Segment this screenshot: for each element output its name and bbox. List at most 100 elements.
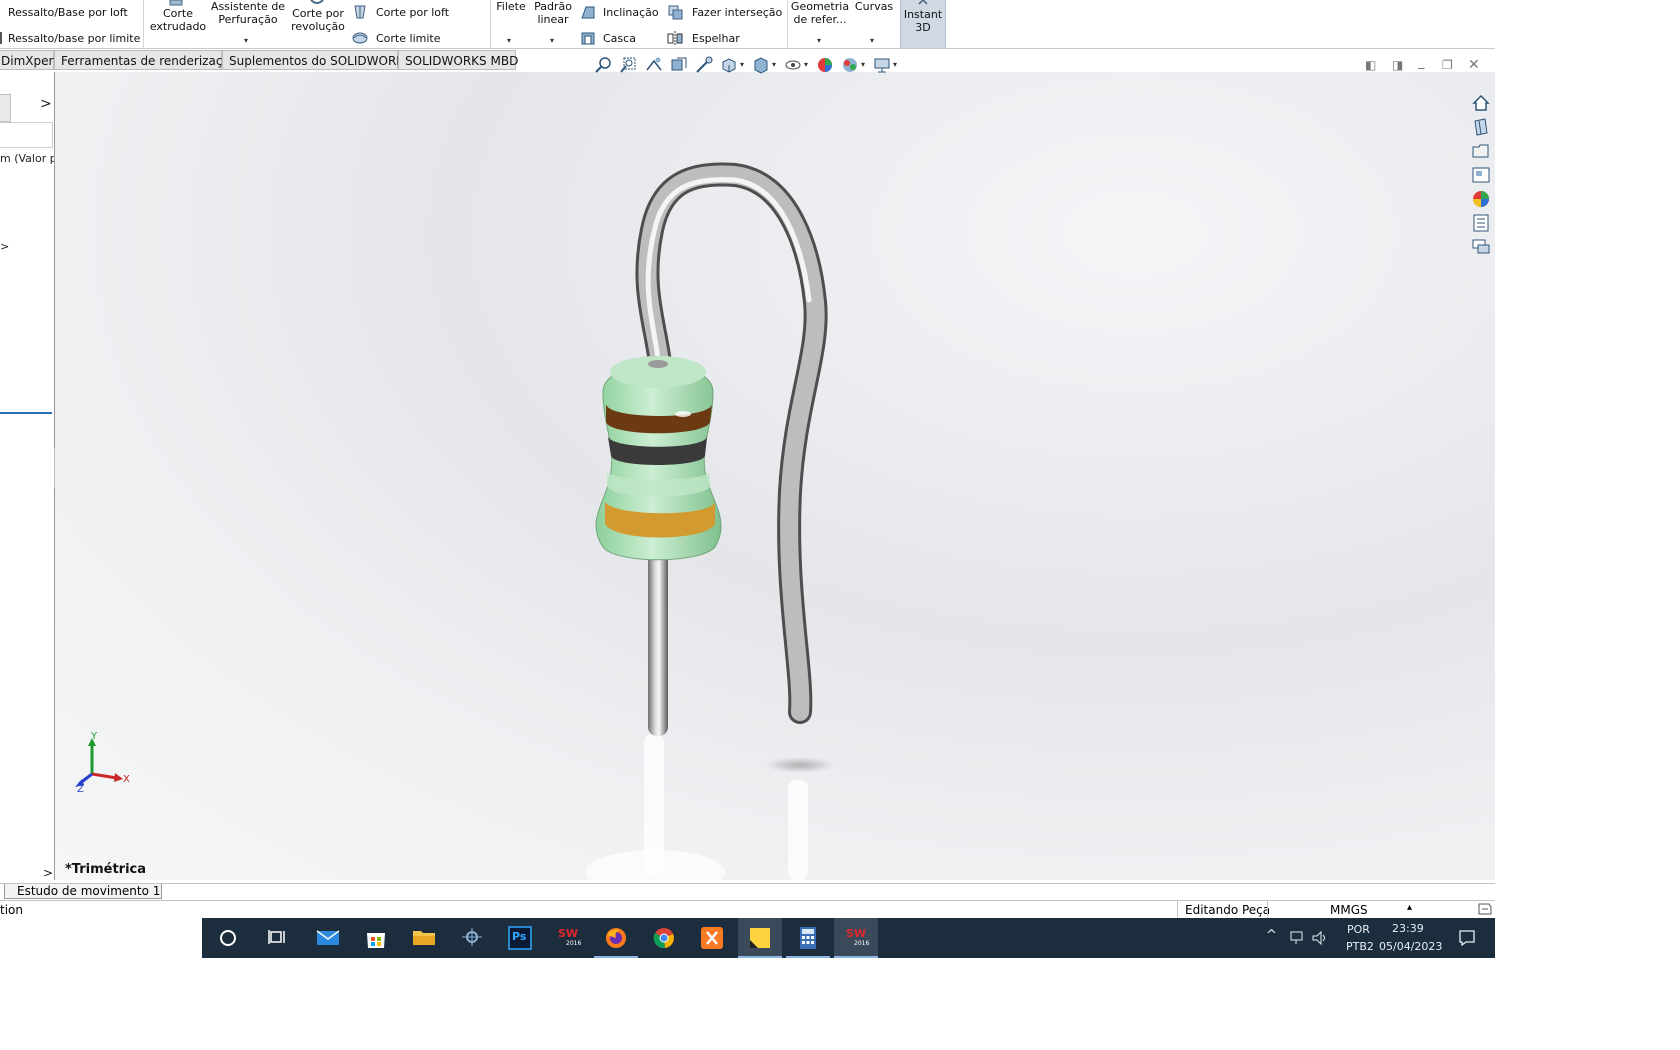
assistente-perfuracao-label-2[interactable]: Perfuração <box>210 13 286 26</box>
apply-scene-caret[interactable]: ▾ <box>861 60 865 69</box>
sw-label-a: SW <box>558 927 579 940</box>
assistente-dropdown-caret[interactable]: ▾ <box>244 36 248 45</box>
corte-loft-button[interactable]: Corte por loft <box>376 6 449 19</box>
mail-app-button[interactable] <box>306 918 350 958</box>
display-style-caret[interactable]: ▾ <box>772 60 776 69</box>
rollback-bar[interactable] <box>0 412 52 414</box>
corte-revolucao-label-2[interactable]: revolução <box>288 20 348 33</box>
appearances-scenes-icon[interactable] <box>1471 189 1491 209</box>
unit-system-selector[interactable]: MMGS <box>1330 903 1368 917</box>
firefox-icon <box>606 928 626 948</box>
hide-show-caret[interactable]: ▾ <box>804 60 808 69</box>
solidworks-2016-button-a[interactable]: SW 2016 <box>546 918 590 958</box>
custom-properties-icon[interactable] <box>1471 213 1491 233</box>
body-highlight <box>675 411 691 417</box>
filete-button[interactable]: Filete <box>494 0 528 13</box>
sticky-notes-button[interactable] <box>738 918 782 958</box>
generic-app-button[interactable] <box>450 918 494 958</box>
previous-view-icon[interactable] <box>645 56 663 74</box>
apply-scene-icon[interactable] <box>841 56 859 74</box>
filter-field[interactable] <box>0 122 53 148</box>
zoom-to-area-icon[interactable] <box>620 56 638 74</box>
dynamic-annotation-icon[interactable] <box>695 56 713 74</box>
tab-estudo-movimento-1[interactable]: Estudo de movimento 1 <box>4 884 162 899</box>
firefox-button[interactable] <box>594 918 638 958</box>
display-style-icon[interactable] <box>752 56 770 74</box>
tile-right-icon[interactable]: ◨ <box>1392 58 1403 72</box>
command-manager-ribbon: Ressalto/Base por loft Ressalto/base por… <box>0 0 1495 49</box>
task-view-button[interactable] <box>258 918 302 958</box>
fazer-intersecao-button[interactable]: Fazer interseção <box>692 6 782 19</box>
restore-icon[interactable]: ❐ <box>1442 58 1453 72</box>
solidworks-forum-icon[interactable] <box>1471 237 1491 257</box>
padrao-linear-label-2[interactable]: linear <box>532 13 574 26</box>
tab-ferramentas-renderizacao[interactable]: Ferramentas de renderização <box>54 50 237 70</box>
volume-icon[interactable] <box>1311 930 1329 946</box>
panel-scroll-right-chevron[interactable]: > <box>40 96 52 112</box>
panel-bottom-chevron[interactable]: > <box>43 866 53 880</box>
language-code[interactable]: POR <box>1347 923 1370 936</box>
tab-solidworks-mbd[interactable]: SOLIDWORKS MBD <box>398 50 518 70</box>
store-app-button[interactable] <box>354 918 398 958</box>
geometria-referencia-label-1[interactable]: Geometria <box>788 0 852 13</box>
geometria-dropdown-caret[interactable]: ▾ <box>817 36 821 45</box>
action-center-icon[interactable] <box>1458 929 1476 947</box>
solidworks-2016-button-b[interactable]: SW 2016 <box>834 918 878 958</box>
keyboard-layout[interactable]: PTB2 <box>1346 940 1374 953</box>
curvas-button[interactable]: Curvas <box>854 0 894 13</box>
view-palette-icon[interactable] <box>1471 165 1491 185</box>
photoshop-button[interactable]: Ps <box>498 918 542 958</box>
clock-time[interactable]: 23:39 <box>1392 922 1424 935</box>
filete-dropdown-caret[interactable]: ▾ <box>507 36 511 45</box>
clock-date[interactable]: 05/04/2023 <box>1379 940 1442 953</box>
unit-system-caret[interactable]: ▴ <box>1407 902 1412 913</box>
minimize-icon[interactable]: _ <box>1418 55 1425 70</box>
tab-dimxpert[interactable]: DimXpert <box>0 50 58 70</box>
solidworks-resources-home-icon[interactable] <box>1471 93 1491 113</box>
assistente-perfuracao-label-1[interactable]: Assistente de <box>210 0 286 13</box>
tree-item-valor[interactable]: m (Valor p <box>0 152 54 165</box>
section-view-icon[interactable] <box>670 56 688 74</box>
corte-limite-button[interactable]: Corte limite <box>376 32 440 45</box>
file-explorer-button[interactable] <box>402 918 446 958</box>
view-orientation-caret[interactable]: ▾ <box>740 60 744 69</box>
corte-extrudado-label-1[interactable]: Corte <box>148 7 208 20</box>
ressalto-loft-button[interactable]: Ressalto/Base por loft <box>8 6 128 19</box>
curvas-dropdown-caret[interactable]: ▾ <box>870 36 874 45</box>
calculator-button[interactable] <box>786 918 830 958</box>
espelhar-button[interactable]: Espelhar <box>692 32 740 45</box>
tile-left-icon[interactable]: ◧ <box>1365 58 1376 72</box>
geometria-referencia-label-2[interactable]: de refer... <box>788 13 852 26</box>
view-settings-icon[interactable] <box>873 56 891 74</box>
tree-item-expander[interactable]: > <box>0 240 9 253</box>
ressalto-limite-button[interactable]: Ressalto/base por limite <box>8 32 140 45</box>
show-hidden-icons-chevron[interactable]: ^ <box>1266 928 1277 943</box>
instant3d-button[interactable]: Instant 3D <box>900 0 946 48</box>
file-explorer-icon[interactable] <box>1471 141 1491 161</box>
network-icon[interactable] <box>1289 930 1307 946</box>
casca-button[interactable]: Casca <box>603 32 636 45</box>
reflection-lead-left <box>644 734 664 874</box>
inclinacao-button[interactable]: Inclinação <box>603 6 659 19</box>
close-icon[interactable]: ✕ <box>1468 57 1480 73</box>
hide-show-items-icon[interactable] <box>784 56 802 74</box>
tab-suplementos-solidworks[interactable]: Suplementos do SOLIDWORKS <box>222 50 412 70</box>
resistor-3d-model[interactable] <box>55 72 1495 880</box>
corte-revolucao-label-1[interactable]: Corte por <box>288 7 348 20</box>
design-library-icon[interactable] <box>1471 117 1491 137</box>
view-settings-caret[interactable]: ▾ <box>893 60 897 69</box>
padrao-dropdown-caret[interactable]: ▾ <box>550 36 554 45</box>
padrao-linear-label-1[interactable]: Padrão <box>532 0 574 13</box>
cortana-search-button[interactable] <box>208 918 252 958</box>
graphics-area[interactable]: Y X Z *Trimétrica <box>55 72 1495 880</box>
corte-extrudado-icon <box>169 0 183 6</box>
lead-shadow <box>765 757 835 773</box>
edit-appearance-icon[interactable] <box>816 56 834 74</box>
xampp-button[interactable] <box>690 918 734 958</box>
corte-extrudado-label-2[interactable]: extrudado <box>148 20 208 33</box>
zoom-to-fit-icon[interactable] <box>595 56 613 74</box>
panel-tab-stub[interactable] <box>0 94 11 122</box>
view-orientation-icon[interactable] <box>720 56 738 74</box>
chrome-button[interactable] <box>642 918 686 958</box>
tooltip-toggle-icon[interactable] <box>1477 902 1493 916</box>
